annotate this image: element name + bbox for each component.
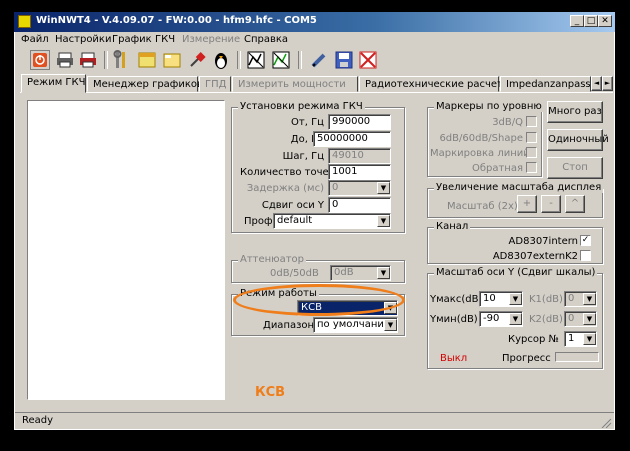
- pen-icon[interactable]: [309, 50, 329, 70]
- power-icon[interactable]: [30, 50, 50, 70]
- marker-3db-label: 3dB/Q: [492, 117, 523, 128]
- menu-measure[interactable]: Измерение: [182, 34, 240, 45]
- zoom-title: Увеличение масштаба дисплея: [434, 182, 604, 193]
- marker-6db-label: 6dB/60dB/Shape: [439, 133, 523, 144]
- chevron-down-icon: ▼: [377, 267, 390, 279]
- chevron-down-icon[interactable]: ▼: [583, 333, 596, 345]
- to-input[interactable]: 50000000: [313, 131, 391, 147]
- gkch-settings-title: Установки режима ГКЧ: [238, 101, 365, 112]
- zoom-plus-button[interactable]: +: [517, 195, 537, 213]
- status-bar: [15, 412, 614, 430]
- close-button[interactable]: ✕: [598, 15, 612, 27]
- pin-icon[interactable]: [187, 50, 207, 70]
- chart-icon[interactable]: [246, 50, 266, 70]
- chevron-down-icon[interactable]: ▼: [509, 293, 522, 305]
- marker-6db-checkbox: [526, 132, 537, 143]
- tab-scroll-right-button[interactable]: ►: [602, 76, 613, 91]
- marker-lines-label: Маркировка линий: [430, 148, 530, 159]
- status-text: Ready: [22, 415, 54, 426]
- tab-graph-manager[interactable]: Менеджер графиков: [87, 76, 203, 92]
- menu-gkch[interactable]: ГКЧ: [155, 34, 175, 45]
- save-icon[interactable]: [334, 50, 354, 70]
- print-color-icon[interactable]: [78, 50, 98, 70]
- highlight-ring: [233, 284, 405, 316]
- tools-icon[interactable]: [112, 50, 132, 70]
- yscale-title: Масштаб оси Y (Сдвиг шкалы): [434, 267, 598, 278]
- channel-internal-checkbox[interactable]: ✓: [580, 235, 591, 246]
- step-input: 49010: [328, 148, 391, 164]
- tab-measure-power[interactable]: Измерить мощности: [232, 76, 358, 92]
- shift-input[interactable]: 0: [328, 197, 391, 213]
- minimize-button[interactable]: _: [570, 15, 584, 27]
- marker-reverse-checkbox: [526, 162, 537, 173]
- tab-scroll-left-button[interactable]: ◄: [591, 76, 602, 91]
- points-label: Количество точек: [240, 167, 335, 178]
- penguin-icon[interactable]: [211, 50, 231, 70]
- from-label: От, Гц: [291, 117, 324, 128]
- chevron-down-icon[interactable]: ▼: [509, 313, 522, 325]
- progress-bar: [555, 352, 599, 362]
- tab-radio-calcs[interactable]: Радиотехнические расчеты: [359, 76, 511, 92]
- profile-label: Проф: [244, 216, 273, 227]
- marker-reverse-label: Обратная: [471, 163, 523, 174]
- step-label: Шаг, Гц: [282, 151, 324, 162]
- ymin-label: Yмин(dB): [430, 314, 478, 325]
- stop-button[interactable]: Стоп: [547, 157, 603, 179]
- graph-list-panel[interactable]: [27, 100, 225, 400]
- tab-border: [20, 92, 613, 93]
- channel-external-label: AD8307externK2: [492, 251, 578, 262]
- sweep-single-button[interactable]: Одиночный: [547, 129, 609, 151]
- chevron-down-icon[interactable]: ▼: [384, 319, 397, 331]
- progress-label: Прогресс: [502, 353, 551, 364]
- ymax-label: Yмакс(dB: [430, 294, 479, 305]
- attenuator-label: 0dB/50dB: [270, 268, 319, 279]
- profile-select[interactable]: default: [273, 213, 391, 229]
- sweep-many-button[interactable]: Много раз: [547, 101, 603, 123]
- zoom-reset-button[interactable]: ^: [565, 195, 585, 213]
- cursor-label: Курсор №: [508, 334, 559, 345]
- annotation-label: КСВ: [255, 385, 286, 400]
- chart-green-icon[interactable]: [271, 50, 291, 70]
- chevron-down-icon: ▼: [583, 313, 596, 325]
- k1-label: K1(dB): [529, 294, 563, 305]
- shift-label: Сдвиг оси Y: [261, 200, 324, 211]
- menu-help[interactable]: Справка: [244, 34, 288, 45]
- zoom-label: Масштаб (2x): [447, 201, 518, 212]
- toolbar-separator: [104, 51, 108, 69]
- off-label: Выкл: [440, 353, 468, 364]
- window-icon[interactable]: [137, 50, 157, 70]
- marker-lines-checkbox: [526, 147, 537, 158]
- zoom-minus-button[interactable]: -: [541, 195, 561, 213]
- resize-grip[interactable]: [600, 418, 612, 429]
- tab-gkch-mode[interactable]: Режим ГКЧ: [21, 74, 86, 93]
- attenuator-title: Аттенюатор: [238, 254, 307, 265]
- toolbar-separator: [298, 51, 302, 69]
- menu-graph[interactable]: График: [112, 34, 152, 45]
- range-label: Диапазон: [263, 320, 315, 331]
- clear-icon[interactable]: [358, 50, 378, 70]
- from-input[interactable]: 990000: [328, 114, 391, 130]
- channel-title: Канал: [434, 221, 471, 232]
- delay-label: Задержка (мс): [246, 183, 324, 194]
- k2-label: K2(dB): [529, 314, 563, 325]
- print-icon[interactable]: [55, 50, 75, 70]
- toolbar-separator: [237, 51, 241, 69]
- menu-file[interactable]: Файл: [21, 34, 49, 45]
- app-icon: [18, 15, 31, 28]
- chevron-down-icon[interactable]: ▼: [377, 215, 390, 227]
- tab-gpd[interactable]: ГПД: [199, 76, 231, 92]
- folder-icon[interactable]: [162, 50, 182, 70]
- to-label: До, Гц: [290, 134, 324, 145]
- window-title: WinNWT4 - V.4.09.07 - FW:0.00 - hfm9.hfc…: [36, 15, 317, 26]
- points-input[interactable]: 1001: [328, 164, 391, 180]
- channel-external-checkbox[interactable]: [580, 250, 591, 261]
- marker-3db-checkbox: [526, 116, 537, 127]
- chevron-down-icon: ▼: [583, 293, 596, 305]
- maximize-button[interactable]: □: [584, 15, 598, 27]
- chevron-down-icon: ▼: [377, 182, 390, 194]
- markers-title: Маркеры по уровню: [434, 101, 544, 112]
- menu-settings[interactable]: Настройки: [55, 34, 111, 45]
- channel-internal-label: AD8307intern: [508, 236, 578, 247]
- tab-impedanzanpass[interactable]: Impedanzanpass: [500, 76, 591, 92]
